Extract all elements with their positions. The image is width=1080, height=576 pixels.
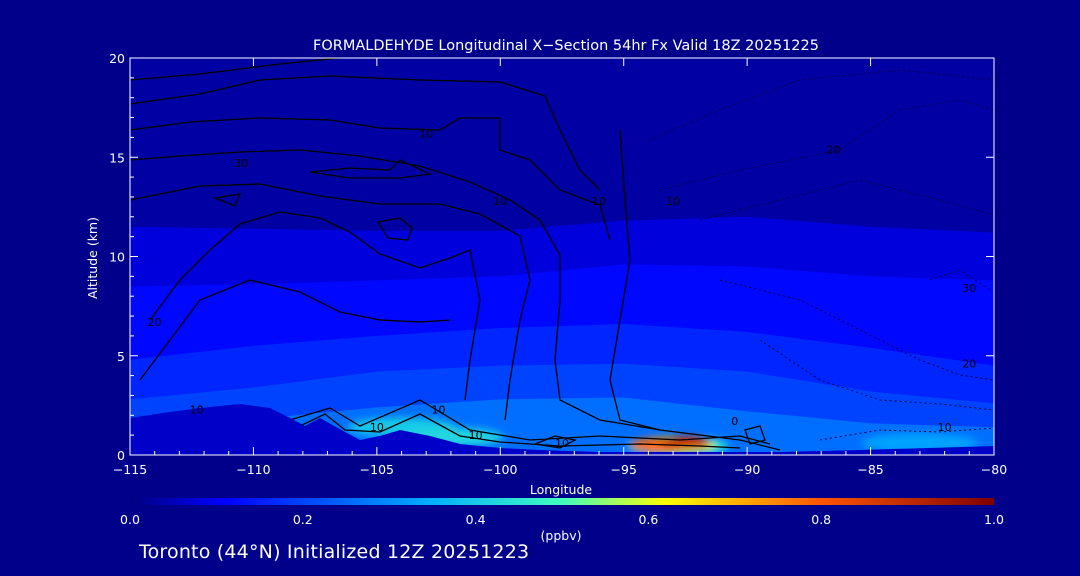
x-tick-label: −105 [360, 462, 394, 477]
colorbar-ticks: 0.0 0.2 0.4 0.6 0.8 1.0 [120, 512, 1004, 527]
contour-label: 10 [432, 403, 446, 416]
x-axis-label: Longitude [530, 482, 592, 497]
x-tick-label: −115 [113, 462, 147, 477]
plot-area: 10 30 10 10 10 20 20 30 20 10 10 10 10 10 10 0 [130, 58, 994, 455]
colorbar-label: (ppbv) [541, 528, 582, 543]
y-axis-label: Altitude (km) [85, 217, 100, 299]
contour-label: 10 [938, 421, 952, 434]
colorbar-tick-label: 0.6 [638, 512, 658, 527]
contour-label: 20 [962, 358, 976, 371]
contour-label: 30 [234, 157, 248, 170]
contour-label: 10 [419, 127, 433, 140]
x-tick-label: −100 [483, 462, 517, 477]
x-tick-label: −85 [857, 462, 883, 477]
contour-label: 10 [592, 195, 606, 208]
y-tick-label: 15 [109, 150, 125, 165]
chart-title: FORMALDEHYDE Longitudinal X−Section 54hr… [313, 38, 819, 54]
contour-label: 30 [962, 282, 976, 295]
colorbar [130, 498, 994, 505]
contour-label: 20 [148, 316, 162, 329]
y-tick-label: 20 [109, 51, 125, 66]
y-tick-label: 10 [109, 250, 125, 265]
y-tick-label: 5 [117, 349, 125, 364]
contour-label: 0 [731, 415, 738, 428]
x-tick-label: −80 [981, 462, 1007, 477]
colorbar-tick-label: 1.0 [984, 512, 1004, 527]
contour-label: 10 [469, 429, 483, 442]
contour-label: 10 [666, 195, 680, 208]
x-tick-label: −90 [734, 462, 760, 477]
x-tick-label: −110 [236, 462, 270, 477]
y-tick-label: 0 [117, 448, 125, 463]
contour-label: 20 [827, 143, 841, 156]
colorbar-tick-label: 0.2 [293, 512, 313, 527]
colorbar-tick-label: 0.8 [811, 512, 831, 527]
x-tick-label: −95 [611, 462, 637, 477]
contour-label: 10 [370, 421, 384, 434]
colorbar-tick-label: 0.4 [466, 512, 486, 527]
colorbar-tick-label: 0.0 [120, 512, 140, 527]
contour-label: 10 [493, 195, 507, 208]
contour-label: 10 [555, 437, 569, 450]
initialization-footer: Toronto (44°N) Initialized 12Z 20251223 [139, 541, 530, 563]
contour-label: 10 [190, 403, 204, 416]
cross-section-figure: FORMALDEHYDE Longitudinal X−Section 54hr… [85, 38, 1007, 543]
